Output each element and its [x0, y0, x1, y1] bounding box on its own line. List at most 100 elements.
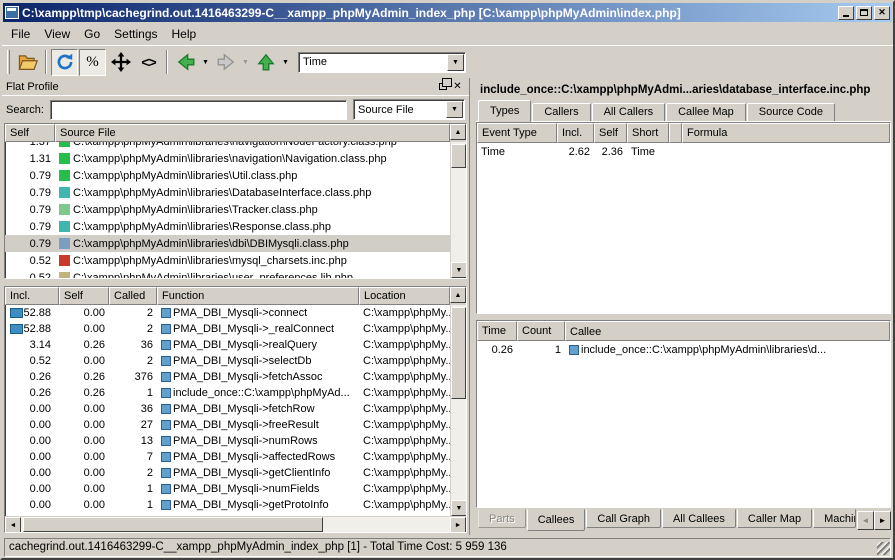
column-header-self[interactable]: Self — [59, 287, 109, 305]
scroll-up-button[interactable]: ▲ — [450, 287, 466, 303]
column-header-source-file[interactable]: Source File — [55, 124, 450, 142]
back-dropdown-button[interactable]: ▼ — [200, 51, 211, 73]
dock-close-button[interactable]: ✕ — [450, 80, 465, 94]
function-row[interactable]: 0.00 0.00 1 PMA_DBI_Mysqli->numFields C:… — [5, 481, 450, 497]
up-dropdown-button[interactable]: ▼ — [280, 51, 291, 73]
function-row[interactable]: 0.26 0.26 1 include_once::C:\xampp\phpMy… — [5, 385, 450, 401]
close-button[interactable]: ✕ — [874, 6, 890, 20]
open-file-button[interactable] — [14, 49, 41, 76]
event-type-dropdown-button[interactable]: ▼ — [447, 54, 464, 71]
column-header-formula[interactable]: Formula — [682, 123, 890, 143]
column-header-short[interactable]: Short — [627, 123, 669, 143]
maximize-button[interactable] — [856, 6, 872, 20]
source-file-row[interactable]: 1.37 C:\xampp\phpMyAdmin\libraries\navig… — [5, 142, 450, 150]
column-header-called[interactable]: Called — [109, 287, 157, 305]
tabs-scroll-left-button[interactable]: ◄ — [857, 511, 874, 530]
scrollbar-track[interactable] — [323, 517, 450, 532]
column-header-event-type[interactable]: Event Type — [477, 123, 557, 143]
scroll-down-button[interactable]: ▼ — [451, 500, 467, 516]
source-file-row[interactable]: 0.52 C:\xampp\phpMyAdmin\libraries\mysql… — [5, 252, 450, 269]
function-row[interactable]: 0.00 0.00 2 PMA_DBI_Mysqli->getClientInf… — [5, 465, 450, 481]
function-row[interactable]: 52.88 0.00 2 PMA_DBI_Mysqli->connect C:\… — [5, 305, 450, 321]
column-header-incl[interactable]: Incl. — [5, 287, 59, 305]
source-file-row[interactable]: 0.79 C:\xampp\phpMyAdmin\libraries\Respo… — [5, 218, 450, 235]
search-input[interactable] — [50, 100, 347, 120]
detail-tab[interactable]: Callers — [532, 103, 590, 122]
shorten-templates-button[interactable]: <> — [135, 49, 162, 76]
column-header-self[interactable]: Self — [5, 124, 55, 142]
resize-grip[interactable] — [877, 542, 890, 555]
detail-tab[interactable]: Types — [478, 100, 531, 122]
detail-tab[interactable]: Source Code — [747, 103, 835, 122]
source-file-row[interactable]: 0.79 C:\xampp\phpMyAdmin\libraries\Datab… — [5, 184, 450, 201]
detail-tab[interactable]: All Callers — [592, 103, 666, 122]
minimize-button[interactable] — [838, 6, 854, 20]
percent-toggle-button[interactable]: % — [79, 49, 106, 76]
group-by-select[interactable]: Source File ▼ — [353, 99, 465, 120]
scroll-right-button[interactable]: ► — [450, 517, 466, 533]
forward-button[interactable] — [212, 49, 239, 76]
callee-row[interactable]: 0.26 1 include_once::C:\xampp\phpMyAdmin… — [477, 341, 890, 358]
detail-bottom-tab[interactable]: Machine — [813, 509, 856, 528]
source-file-row[interactable]: 0.79 C:\xampp\phpMyAdmin\libraries\dbi\D… — [5, 235, 450, 252]
menu-item[interactable]: Go — [77, 24, 107, 44]
detail-bottom-tab[interactable]: All Callees — [662, 509, 736, 528]
column-header-self[interactable]: Self — [594, 123, 627, 143]
scrollbar-thumb[interactable] — [23, 517, 323, 532]
scrollbar-thumb[interactable] — [451, 307, 466, 399]
menu-item[interactable]: Settings — [107, 24, 164, 44]
function-row[interactable]: 0.00 0.00 36 PMA_DBI_Mysqli->fetchRow C:… — [5, 401, 450, 417]
column-header-time[interactable]: Time — [477, 321, 517, 341]
function-row[interactable]: 0.26 0.26 376 PMA_DBI_Mysqli->fetchAssoc… — [5, 369, 450, 385]
event-type-row[interactable]: Time 2.62 2.36 Time — [477, 143, 890, 160]
menu-item[interactable]: Help — [165, 24, 204, 44]
menu-item[interactable]: View — [37, 24, 77, 44]
source-table-vscrollbar[interactable]: ▼ — [450, 142, 466, 278]
expand-areas-button[interactable] — [107, 49, 134, 76]
function-row[interactable]: 0.52 0.00 2 PMA_DBI_Mysqli->selectDb C:\… — [5, 353, 450, 369]
source-file-row[interactable]: 0.79 C:\xampp\phpMyAdmin\libraries\Track… — [5, 201, 450, 218]
scroll-left-button[interactable]: ◄ — [5, 517, 21, 533]
function-row[interactable]: 0.00 0.00 27 PMA_DBI_Mysqli->freeResult … — [5, 417, 450, 433]
function-table-vscrollbar[interactable]: ▼ — [450, 305, 466, 516]
title-bar[interactable]: C:\xampp\tmp\cachegrind.out.1416463299-C… — [3, 3, 892, 22]
source-file-row[interactable]: 0.79 C:\xampp\phpMyAdmin\libraries\Util.… — [5, 167, 450, 184]
scroll-left-icon: ◄ — [10, 522, 17, 529]
dock-float-button[interactable] — [435, 80, 450, 94]
function-row[interactable]: 52.88 0.00 2 PMA_DBI_Mysqli->_realConnec… — [5, 321, 450, 337]
detail-bottom-tab[interactable]: Callees — [527, 509, 586, 531]
up-button[interactable] — [252, 49, 279, 76]
scrollbar-track[interactable] — [451, 399, 466, 500]
column-header-location[interactable]: Location — [359, 287, 450, 305]
function-row[interactable]: 0.00 0.00 7 PMA_DBI_Mysqli->affectedRows… — [5, 449, 450, 465]
source-file-row[interactable]: 0.52 C:\xampp\phpMyAdmin\libraries\user_… — [5, 269, 450, 278]
reload-button[interactable] — [51, 49, 78, 76]
function-row[interactable]: 3.14 0.26 36 PMA_DBI_Mysqli->realQuery C… — [5, 337, 450, 353]
event-type-select[interactable]: Time ▼ — [298, 52, 466, 73]
detail-bottom-tab[interactable]: Call Graph — [586, 509, 661, 528]
function-row[interactable]: 0.00 0.00 1 PMA_DBI_Mysqli->getProtoInfo… — [5, 497, 450, 513]
scrollbar-thumb[interactable] — [451, 144, 466, 168]
function-row[interactable]: 0.00 0.00 13 PMA_DBI_Mysqli->numRows C:\… — [5, 433, 450, 449]
tabs-scroll-right-button[interactable]: ► — [874, 511, 891, 530]
column-header-count[interactable]: Count — [517, 321, 565, 341]
scroll-down-button[interactable]: ▼ — [451, 262, 467, 278]
toolbar-drag-handle[interactable] — [7, 50, 10, 74]
column-header-function[interactable]: Function — [157, 287, 359, 305]
horizontal-splitter[interactable] — [2, 279, 469, 286]
column-header-callee[interactable]: Callee — [565, 321, 890, 341]
scroll-up-button[interactable]: ▲ — [450, 124, 466, 140]
scrollbar-track[interactable] — [451, 168, 466, 262]
menu-item[interactable]: File — [4, 24, 37, 44]
forward-dropdown-button[interactable]: ▼ — [240, 51, 251, 73]
cost-color-swatch — [59, 170, 70, 181]
detail-tab[interactable]: Callee Map — [666, 103, 746, 122]
detail-bottom-tab[interactable]: Parts — [478, 509, 526, 528]
column-header-incl[interactable]: Incl. — [557, 123, 594, 143]
dock-title-bar[interactable]: Flat Profile ✕ — [2, 78, 469, 96]
detail-bottom-tab[interactable]: Caller Map — [737, 509, 812, 528]
function-table-hscrollbar[interactable]: ◄ ► — [5, 516, 466, 532]
source-file-row[interactable]: 1.31 C:\xampp\phpMyAdmin\libraries\navig… — [5, 150, 450, 167]
back-button[interactable] — [172, 49, 199, 76]
group-by-dropdown-button[interactable]: ▼ — [446, 101, 463, 118]
